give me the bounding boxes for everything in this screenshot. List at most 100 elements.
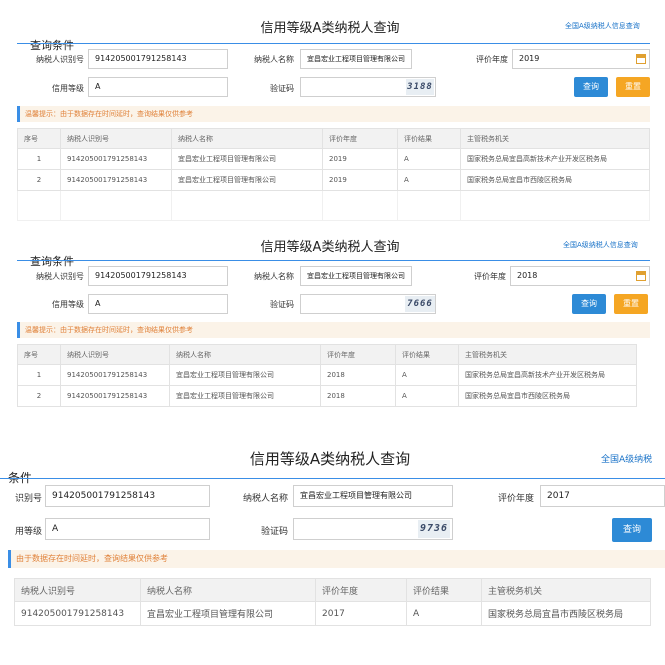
cell-result: A — [395, 364, 459, 386]
col-taxpayer-name-header: 纳税人名称 — [169, 344, 321, 365]
taxpayer-id-input[interactable]: 914205001791258143 — [45, 485, 210, 507]
query-button[interactable]: 查询 — [612, 518, 652, 542]
col-index-header: 序号 — [17, 344, 61, 365]
credit-grade-label: 信用等级 — [52, 84, 84, 93]
cell-taxpayer-id: 914205001791258143 — [60, 148, 172, 170]
cell-taxpayer-id: 914205001791258143 — [60, 169, 172, 191]
cell-result: A — [397, 169, 461, 191]
page-title: 信用等级A类纳税人查询 — [260, 240, 400, 255]
taxpayer-id-label: 纳税人识别号 — [36, 55, 84, 64]
cell-taxpayer-id: 914205001791258143 — [60, 385, 170, 407]
cell-taxpayer-name: 宜昌宏业工程项目管理有限公司 — [171, 148, 323, 170]
taxpayer-name-input[interactable]: 宜昌宏业工程项目管理有限公司 — [300, 49, 412, 69]
cell-taxpayer-name: 宜昌宏业工程项目管理有限公司 — [171, 169, 323, 191]
section-divider — [17, 43, 650, 44]
cell-taxpayer-name: 宜昌宏业工程项目管理有限公司 — [169, 385, 321, 407]
col-taxpayer-id-header: 纳税人识别号 — [60, 128, 172, 149]
captcha-label: 验证码 — [270, 300, 294, 309]
table-row: 2 914205001791258143 宜昌宏业工程项目管理有限公司 2018… — [17, 385, 637, 407]
results-table: 序号 纳税人识别号 纳税人名称 评价年度 评价结果 主管税务机关 1 91420… — [17, 344, 637, 407]
captcha-image[interactable]: 7666 — [405, 296, 435, 312]
query-button[interactable]: 查询 — [572, 294, 606, 314]
col-year-header: 评价年度 — [315, 578, 407, 602]
captcha-label: 验证码 — [260, 527, 288, 537]
notice-banner: 温馨提示：由于数据存在时间延时，查询结果仅供参考 — [17, 106, 650, 122]
cell-year: 2019 — [322, 169, 398, 191]
national-a-grade-link[interactable]: 全国A级纳税 — [601, 452, 652, 465]
cell-tax-authority: 国家税务总局宜昌市西陵区税务局 — [460, 169, 650, 191]
credit-grade-input[interactable]: A — [88, 77, 228, 97]
cell-index: 1 — [17, 148, 61, 170]
cell-taxpayer-name: 宜昌宏业工程项目管理有限公司 — [169, 364, 321, 386]
page-title: 信用等级A类纳税人查询 — [249, 450, 411, 468]
table-empty-area — [17, 190, 650, 221]
cell-taxpayer-id: 914205001791258143 — [14, 601, 141, 626]
table-row: 1 914205001791258143 宜昌宏业工程项目管理有限公司 2019… — [17, 148, 650, 170]
cell-result: A — [406, 601, 482, 626]
calendar-icon[interactable] — [636, 271, 646, 281]
captcha-image[interactable]: 3188 — [406, 79, 434, 95]
query-panel-2017: 信用等级A类纳税人查询 全国A级纳税 条件 识别号 91420500179125… — [0, 438, 665, 665]
col-taxpayer-name-header: 纳税人名称 — [140, 578, 316, 602]
col-year-header: 评价年度 — [320, 344, 396, 365]
cell-tax-authority: 国家税务总局宜昌市西陵区税务局 — [481, 601, 651, 626]
cell-result: A — [395, 385, 459, 407]
col-result-header: 评价结果 — [406, 578, 482, 602]
year-label: 评价年度 — [474, 272, 506, 281]
taxpayer-name-input[interactable]: 宜昌宏业工程项目管理有限公司 — [293, 485, 453, 507]
reset-button[interactable]: 重置 — [614, 294, 648, 314]
notice-banner: 由于数据存在时间延时，查询结果仅供参考 — [8, 550, 665, 568]
col-tax-authority-header: 主管税务机关 — [481, 578, 651, 602]
cell-year: 2017 — [315, 601, 407, 626]
section-title: 查询条件 — [30, 39, 74, 52]
national-a-grade-link[interactable]: 全国A级纳税人信息查询 — [565, 21, 640, 31]
taxpayer-id-label: 纳税人识别号 — [36, 272, 84, 281]
cell-year: 2019 — [322, 148, 398, 170]
table-row: 914205001791258143 宜昌宏业工程项目管理有限公司 2017 A… — [14, 601, 651, 626]
taxpayer-id-input[interactable]: 914205001791258143 — [88, 266, 228, 286]
col-tax-authority-header: 主管税务机关 — [460, 128, 650, 149]
query-panel-2019: 信用等级A类纳税人查询 全国A级纳税人信息查询 查询条件 纳税人识别号 9142… — [0, 0, 665, 230]
table-header-row: 序号 纳税人识别号 纳税人名称 评价年度 评价结果 主管税务机关 — [17, 128, 650, 149]
cell-year: 2018 — [320, 385, 396, 407]
taxpayer-name-input[interactable]: 宜昌宏业工程项目管理有限公司 — [300, 266, 412, 286]
query-panel-2018: 信用等级A类纳税人查询 全国A级纳税人信息查询 查询条件 纳税人识别号 9142… — [0, 232, 665, 434]
taxpayer-id-label: 识别号 — [14, 494, 42, 504]
credit-grade-label: 信用等级 — [52, 300, 84, 309]
col-year-header: 评价年度 — [322, 128, 398, 149]
table-header-row: 纳税人识别号 纳税人名称 评价年度 评价结果 主管税务机关 — [14, 578, 651, 602]
year-input[interactable]: 2018 — [510, 266, 650, 286]
taxpayer-id-input[interactable]: 914205001791258143 — [88, 49, 228, 69]
credit-grade-label: 用等级 — [14, 527, 42, 537]
credit-grade-input[interactable]: A — [88, 294, 228, 314]
col-taxpayer-id-header: 纳税人识别号 — [14, 578, 141, 602]
captcha-label: 验证码 — [270, 84, 294, 93]
captcha-image[interactable]: 9736 — [418, 520, 450, 538]
results-table: 序号 纳税人识别号 纳税人名称 评价年度 评价结果 主管税务机关 1 91420… — [17, 128, 650, 221]
query-button[interactable]: 查询 — [574, 77, 608, 97]
cell-year: 2018 — [320, 364, 396, 386]
reset-button[interactable]: 重置 — [616, 77, 650, 97]
table-row: 2 914205001791258143 宜昌宏业工程项目管理有限公司 2019… — [17, 169, 650, 191]
cell-tax-authority: 国家税务总局宜昌市西陵区税务局 — [458, 385, 637, 407]
calendar-icon[interactable] — [636, 54, 646, 64]
national-a-grade-link[interactable]: 全国A级纳税人信息查询 — [563, 240, 638, 250]
year-label: 评价年度 — [476, 55, 508, 64]
col-taxpayer-name-header: 纳税人名称 — [171, 128, 323, 149]
col-tax-authority-header: 主管税务机关 — [458, 344, 637, 365]
results-table: 纳税人识别号 纳税人名称 评价年度 评价结果 主管税务机关 9142050017… — [14, 578, 651, 626]
year-input[interactable]: 2017 — [540, 485, 665, 507]
table-row: 1 914205001791258143 宜昌宏业工程项目管理有限公司 2018… — [17, 364, 637, 386]
section-divider — [0, 478, 665, 479]
cell-taxpayer-id: 914205001791258143 — [60, 364, 170, 386]
section-divider — [17, 260, 650, 261]
cell-taxpayer-name: 宜昌宏业工程项目管理有限公司 — [140, 601, 316, 626]
year-input[interactable]: 2019 — [512, 49, 650, 69]
col-result-header: 评价结果 — [397, 128, 461, 149]
taxpayer-name-label: 纳税人名称 — [254, 272, 294, 281]
credit-grade-input[interactable]: A — [45, 518, 210, 540]
cell-tax-authority: 国家税务总局宜昌高新技术产业开发区税务局 — [460, 148, 650, 170]
taxpayer-name-label: 纳税人名称 — [242, 494, 288, 504]
cell-tax-authority: 国家税务总局宜昌高新技术产业开发区税务局 — [458, 364, 637, 386]
cell-index: 1 — [17, 364, 61, 386]
